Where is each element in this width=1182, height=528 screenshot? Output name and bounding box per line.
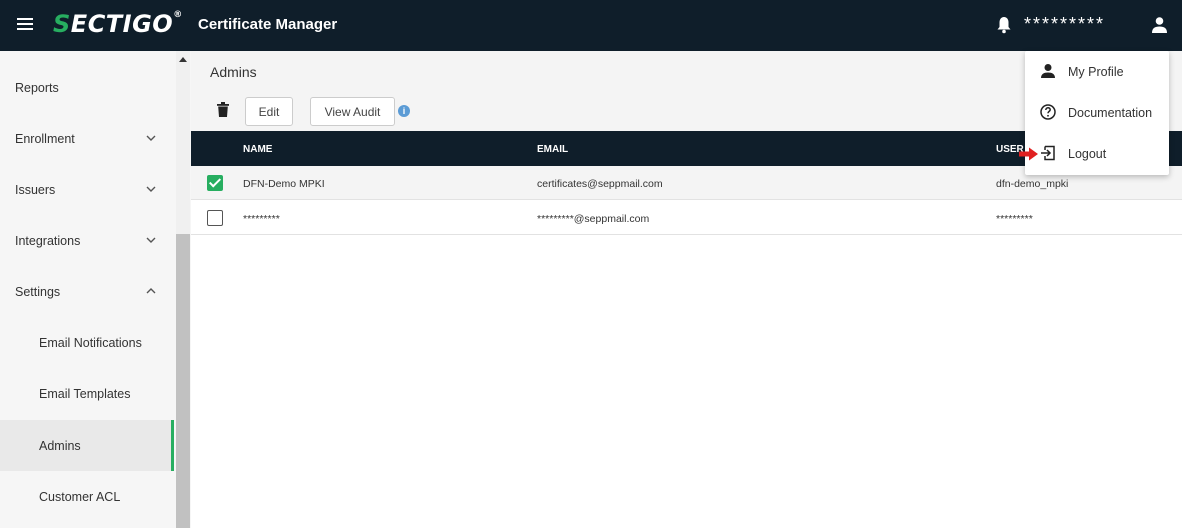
sidebar-item-email-notifications[interactable]: Email Notifications [0, 317, 174, 368]
sidebar-item-label: Reports [15, 80, 59, 95]
edit-button[interactable]: Edit [245, 97, 293, 126]
sidebar-item-label: Customer ACL [39, 489, 121, 504]
chevron-up-icon [146, 288, 156, 294]
admin-email: *********@seppmail.com [537, 213, 650, 225]
info-icon[interactable]: i [398, 105, 410, 117]
sidebar-item-label: Admins [39, 438, 81, 453]
sidebar-item-label: Email Notifications [39, 335, 142, 350]
hamburger-menu-icon[interactable] [17, 18, 33, 30]
view-audit-button[interactable]: View Audit [310, 97, 395, 126]
page-title: Admins [210, 64, 257, 80]
chevron-down-icon [146, 135, 156, 141]
logout-icon [1041, 145, 1055, 161]
person-icon [1041, 64, 1055, 78]
menu-item-my-profile[interactable]: My Profile [1025, 51, 1169, 92]
menu-item-logout[interactable]: Logout [1025, 133, 1169, 174]
username-display[interactable]: ********* [1024, 14, 1105, 35]
sidebar-item-label: Issuers [15, 182, 56, 197]
sidebar-item-label: Enrollment [15, 131, 75, 146]
table-row[interactable]: ********* *********@seppmail.com *******… [191, 201, 1182, 235]
user-dropdown-menu: My Profile Documentation Logout [1025, 51, 1169, 175]
pointer-arrow-icon [1019, 147, 1038, 161]
sidebar-item-label: Email Templates [39, 386, 131, 401]
admin-email: certificates@seppmail.com [537, 178, 663, 190]
sidebar: Reports Enrollment Issuers Integrations … [0, 51, 176, 528]
chevron-down-icon [146, 237, 156, 243]
admin-name: ********* [243, 213, 280, 225]
sidebar-item-settings[interactable]: Settings [0, 266, 174, 317]
scrollbar-thumb[interactable] [176, 234, 190, 528]
row-checkbox[interactable] [207, 175, 223, 191]
user-account-icon[interactable] [1151, 16, 1168, 34]
sidebar-scrollbar[interactable] [176, 51, 190, 528]
admin-username: dfn-demo_mpki [996, 178, 1069, 190]
chevron-down-icon [146, 186, 156, 192]
column-header-email[interactable]: EMAIL [537, 144, 568, 155]
sidebar-item-admins[interactable]: Admins [0, 420, 174, 471]
scroll-up-arrow-icon[interactable] [179, 57, 187, 62]
sidebar-item-issuers[interactable]: Issuers [0, 164, 174, 215]
sidebar-item-customer-acl[interactable]: Customer ACL [0, 471, 174, 522]
sidebar-item-integrations[interactable]: Integrations [0, 215, 174, 266]
admin-username: ********* [996, 213, 1033, 225]
sidebar-item-reports[interactable]: Reports [0, 62, 174, 113]
bell-icon[interactable] [996, 16, 1012, 34]
sidebar-item-email-templates[interactable]: Email Templates [0, 368, 174, 419]
menu-item-label: Documentation [1068, 106, 1153, 120]
menu-item-documentation[interactable]: Documentation [1025, 92, 1169, 133]
sidebar-item-enrollment[interactable]: Enrollment [0, 113, 174, 164]
top-bar: SECTIGO® Certificate Manager ********* [0, 0, 1182, 51]
delete-trash-icon[interactable] [217, 102, 229, 117]
row-checkbox[interactable] [207, 210, 223, 226]
menu-item-label: My Profile [1068, 65, 1124, 79]
admin-name: DFN-Demo MPKI [243, 178, 325, 190]
sectigo-logo: SECTIGO® [53, 10, 183, 38]
sidebar-item-label: Integrations [15, 233, 81, 248]
help-circle-icon [1040, 104, 1056, 120]
column-header-name[interactable]: NAME [243, 144, 272, 155]
sidebar-item-label: Settings [15, 284, 61, 299]
menu-item-label: Logout [1068, 147, 1107, 161]
app-title: Certificate Manager [198, 16, 338, 33]
